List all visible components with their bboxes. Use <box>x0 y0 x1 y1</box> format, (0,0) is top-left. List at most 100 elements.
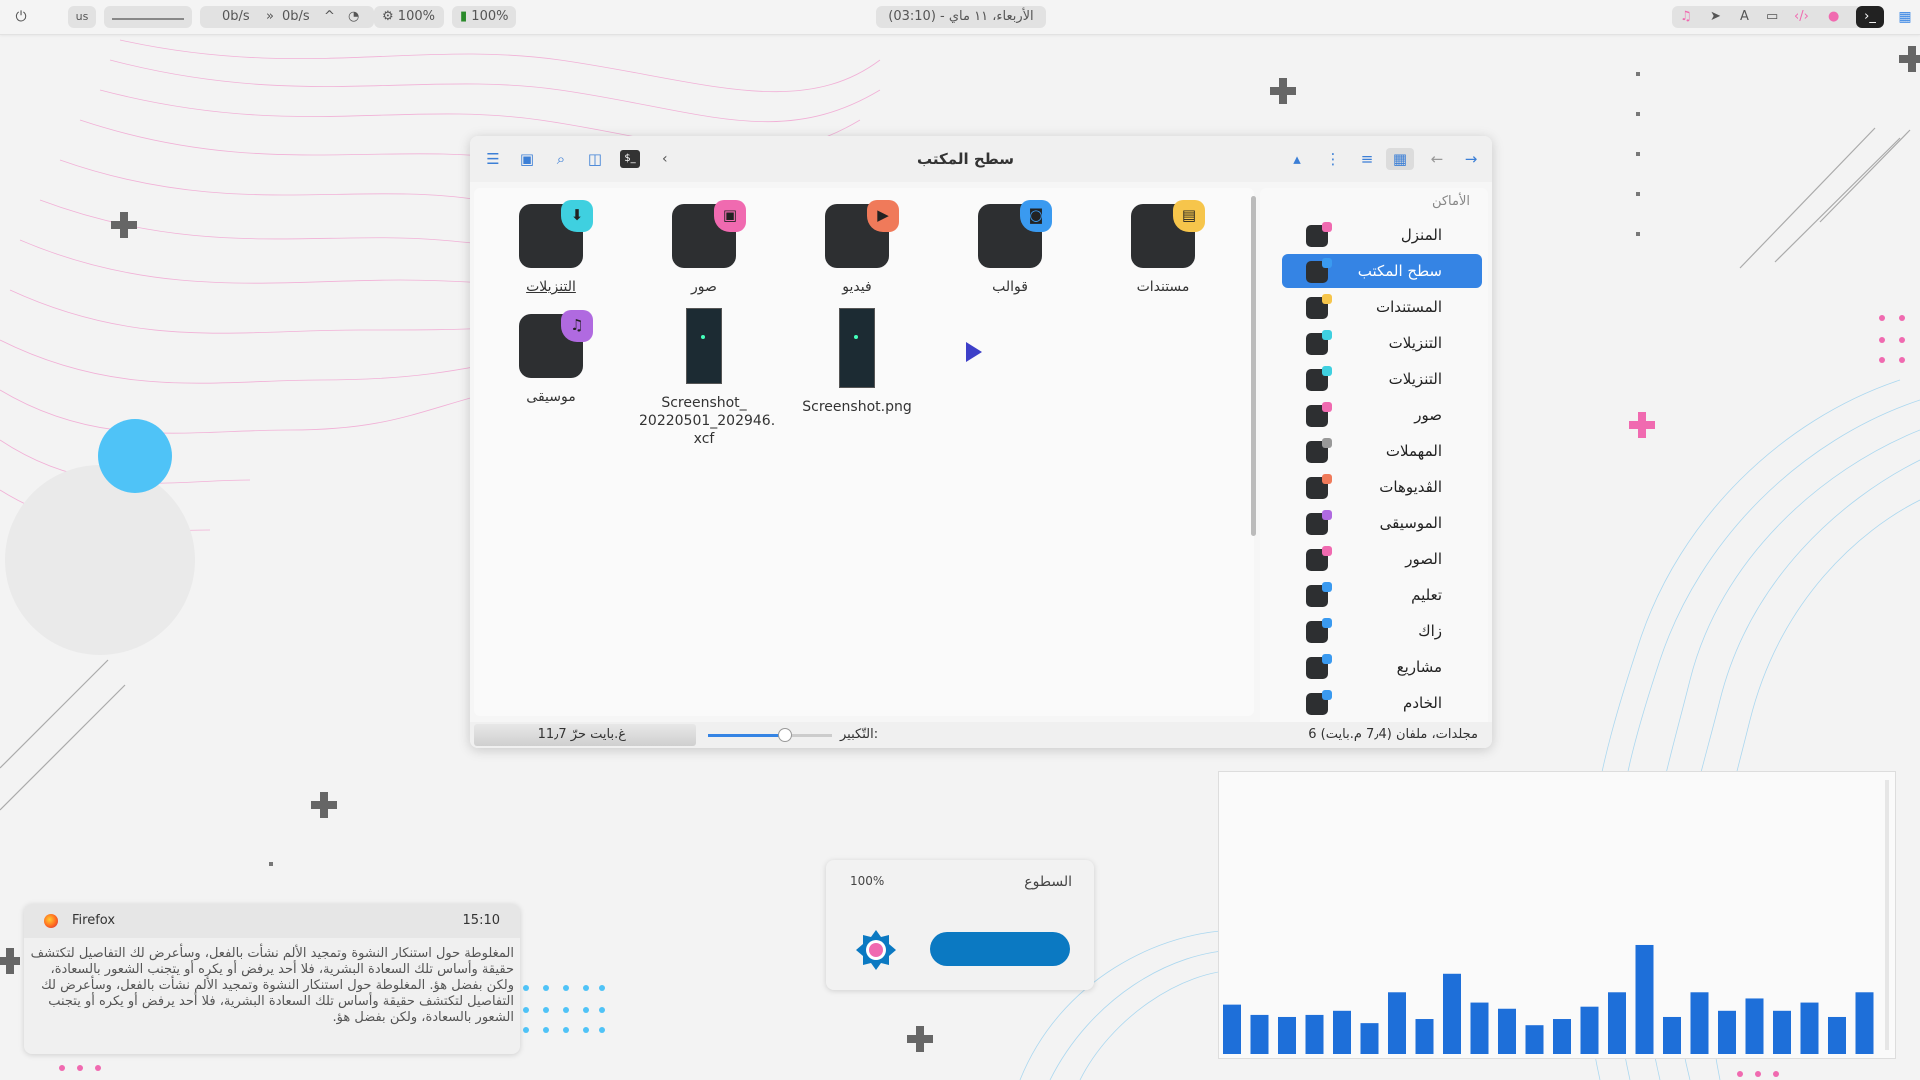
pictures-icon: ▣ <box>672 200 746 268</box>
file-manager-window: ☰ ▣ ⌕ ◫ $_ ‹ سطح المكتب ▴ ⋮ ≡ ▦ ← → ▤ مس… <box>470 136 1492 748</box>
folder-icon <box>1306 258 1332 283</box>
wifi-icon: ◔ <box>348 9 360 24</box>
status-bar: 11٫7 غ.بايت حرّ التّكبير: 6 مجلدات، ملفا… <box>470 722 1492 748</box>
zoom-slider[interactable] <box>708 728 832 742</box>
keyboard-layout-indicator[interactable]: us <box>68 6 96 28</box>
search-icon[interactable]: ⌕ <box>550 148 572 170</box>
battery-indicator[interactable]: ▮ 100% <box>452 6 516 28</box>
folder-templates[interactable]: ◙ قوالب <box>945 200 1075 296</box>
sidebar-item-label: الصور <box>1405 550 1442 568</box>
breadcrumb[interactable]: سطح المكتب <box>917 148 1014 170</box>
back-arrow-icon[interactable]: ← <box>1426 148 1448 170</box>
sidebar-item[interactable]: الخادم <box>1282 686 1482 720</box>
sidebar-item-label: سطح المكتب <box>1357 262 1442 280</box>
sidebar-item[interactable]: التنزيلات <box>1282 362 1482 396</box>
sidebar-item[interactable]: المنزل <box>1282 218 1482 252</box>
chart-bar <box>1388 992 1406 1054</box>
xcf-thumbnail-icon <box>686 308 722 384</box>
chart-bar <box>1553 1019 1571 1054</box>
chart-bar <box>1800 1002 1819 1054</box>
notification-header: Firefox 15:10 <box>24 904 520 938</box>
cpu-indicator[interactable]: ⚙ 100% <box>374 6 444 28</box>
brightness-level-bar[interactable] <box>930 932 1070 966</box>
notification-body: المغلوطة حول استنكار النشوة وتمجيد الألم… <box>30 946 514 1025</box>
location-icon[interactable]: ▴ <box>1286 148 1308 170</box>
music-icon[interactable]: ♫ <box>1680 6 1692 28</box>
folder-icon <box>1306 618 1332 643</box>
sidebar-item-label: المهملات <box>1385 442 1442 460</box>
folder-icon[interactable]: ▭ <box>1766 6 1778 28</box>
folder-icon <box>1306 654 1332 679</box>
templates-icon: ◙ <box>978 200 1052 268</box>
sidebar-item[interactable]: التنزيلات <box>1282 326 1482 360</box>
file-view[interactable]: ▤ مستندات ◙ قوالب ▶ فيديو ▣ صور ⬇ التنزي… <box>474 188 1254 716</box>
file-screenshot-png[interactable]: Screenshot.png <box>792 308 922 416</box>
zoom-slider-knob[interactable] <box>777 728 792 742</box>
list-view-icon[interactable]: ≡ <box>1356 148 1378 170</box>
grid-view-icon[interactable]: ▦ <box>1386 148 1414 170</box>
chart-bar <box>1470 1002 1489 1054</box>
sidebar-item[interactable]: صور <box>1282 398 1482 432</box>
gear-icon: ⚙ <box>382 9 394 24</box>
video-icon: ▶ <box>825 200 899 268</box>
chart-bar <box>1828 1016 1846 1054</box>
workspace-indicator[interactable] <box>104 6 192 28</box>
folder-documents[interactable]: ▤ مستندات <box>1098 200 1228 296</box>
free-space-indicator: 11٫7 غ.بايت حرّ <box>474 724 696 746</box>
panel-icon[interactable]: ▦ <box>1896 8 1914 26</box>
sidebar-item-label: زاك <box>1418 622 1442 640</box>
sidebar-scrollbar[interactable] <box>1251 196 1256 536</box>
sidebar-item-label: الڤديوهات <box>1379 478 1442 496</box>
free-space-label: 11٫7 غ.بايت حرّ <box>537 727 626 742</box>
new-folder-icon[interactable]: ▣ <box>516 148 538 170</box>
sidebar-item[interactable]: الموسيقى <box>1282 506 1482 540</box>
widget-scrollbar[interactable] <box>1885 780 1889 1050</box>
folder-icon <box>1306 474 1332 499</box>
chart-bar <box>1608 992 1626 1054</box>
sidebar-item[interactable]: مشاريع <box>1282 650 1482 684</box>
sidebar-item[interactable]: المستندات <box>1282 290 1482 324</box>
menu-icon[interactable]: ☰ <box>482 148 504 170</box>
sidebar-item[interactable]: زاك <box>1282 614 1482 648</box>
folder-icon <box>1306 438 1332 463</box>
folder-music[interactable]: ♫ موسيقى <box>486 310 616 406</box>
mouse-cursor-icon <box>966 342 982 362</box>
forward-arrow-icon[interactable]: → <box>1460 148 1482 170</box>
sidebar-item[interactable]: المهملات <box>1282 434 1482 468</box>
osd-title: السطوع <box>1024 874 1072 890</box>
terminal-icon[interactable]: ›_ <box>1856 6 1884 28</box>
terminal-toggle-icon[interactable]: $_ <box>620 150 640 168</box>
pink-circle-icon[interactable]: ● <box>1828 6 1839 28</box>
font-icon[interactable]: A <box>1740 6 1749 28</box>
sidebar-item-label: المستندات <box>1375 298 1442 316</box>
chart-bar <box>1223 1004 1241 1054</box>
sidebar-item[interactable]: تعليم <box>1282 578 1482 612</box>
chart-bar <box>1525 1025 1544 1054</box>
file-manager-toolbar: ☰ ▣ ⌕ ◫ $_ ‹ سطح المكتب ▴ ⋮ ≡ ▦ ← → <box>470 136 1492 182</box>
clock[interactable]: (03:10) - الأربعاء، ١١ ماي <box>876 6 1046 28</box>
folder-pictures[interactable]: ▣ صور <box>639 200 769 296</box>
code-icon[interactable]: ‹/› <box>1794 6 1809 28</box>
notification-time: 15:10 <box>462 913 500 928</box>
sidebar-item[interactable]: سطح المكتب <box>1282 254 1482 288</box>
audio-visualizer-widget <box>1218 771 1896 1059</box>
chart-bar <box>1415 1019 1434 1054</box>
folder-label: مستندات <box>1136 279 1190 295</box>
split-view-icon[interactable]: ◫ <box>584 148 606 170</box>
notification-popup[interactable]: Firefox 15:10 المغلوطة حول استنكار النشو… <box>24 904 520 1054</box>
file-screenshot-xcf[interactable]: Screenshot_ 20220501_202946. xcf <box>639 308 775 448</box>
folder-icon <box>1306 330 1332 355</box>
sidebar-item[interactable]: الصور <box>1282 542 1482 576</box>
network-speed-indicator[interactable]: 0b/s » 0b/s ^ ◔ <box>200 6 374 28</box>
folder-video[interactable]: ▶ فيديو <box>792 200 922 296</box>
folder-downloads[interactable]: ⬇ التنزيلات <box>486 200 616 296</box>
telegram-icon[interactable]: ➤ <box>1710 6 1721 28</box>
power-icon[interactable]: ⏻ <box>12 8 30 26</box>
breadcrumb-separator-icon: ‹ <box>662 151 668 167</box>
sidebar-item[interactable]: الڤديوهات <box>1282 470 1482 504</box>
chart-bar <box>1360 1023 1379 1054</box>
top-panel: ⏻ us 0b/s » 0b/s ^ ◔ ⚙ 100% ▮ 100% (03:1… <box>0 0 1920 35</box>
compact-view-icon[interactable]: ⋮ <box>1322 148 1344 170</box>
places-sidebar: الأماكن المنزل سطح المكتب المستندات التنزيل… <box>1260 188 1488 746</box>
app-tray: ♫ ➤ A ▭ ‹/› ● <box>1672 6 1862 28</box>
